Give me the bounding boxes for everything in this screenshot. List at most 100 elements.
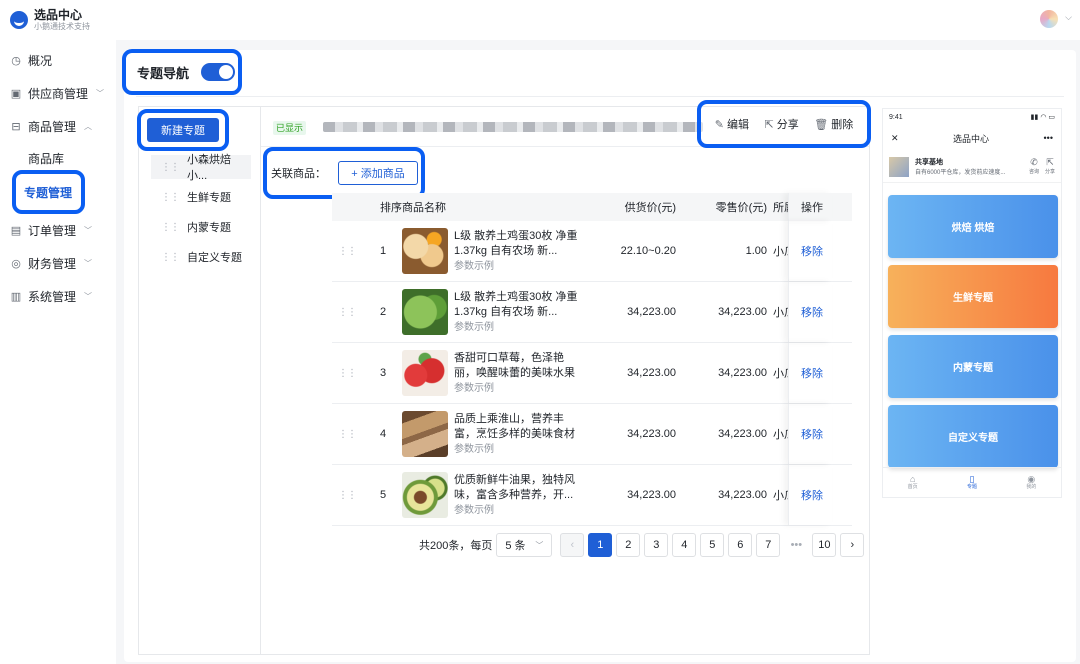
- remove-link[interactable]: 移除: [788, 343, 832, 403]
- drag-handle-icon[interactable]: ⋮⋮: [332, 368, 362, 379]
- shop-desc: 自有6000平仓库，发货前应速度...: [915, 170, 1006, 176]
- share-button[interactable]: ⇱ 分享: [765, 116, 799, 132]
- sidebar-subitem-library[interactable]: 商品库: [0, 143, 116, 173]
- sidebar-item-label: 商品管理: [28, 120, 77, 134]
- supply-price: 22.10~0.20: [620, 245, 676, 257]
- table-row: ⋮⋮ 3 香甜可口草莓，色泽艳丽，唤醒味蕾的美味水果 参数示例 34,223.00 34,…: [332, 343, 852, 404]
- tab-label: 我的: [1026, 484, 1037, 490]
- phone-tab-bar: ⌂ 首页 ▯ 专题 ◉ 我的: [883, 467, 1061, 497]
- topic-nav-switch[interactable]: [201, 63, 236, 81]
- page-button[interactable]: 1: [588, 533, 613, 557]
- call-label: 咨询: [1028, 168, 1039, 175]
- supply-price: 34,223.00: [627, 489, 676, 501]
- drag-handle-icon[interactable]: ⋮⋮: [332, 429, 362, 440]
- delete-label: 删除: [831, 119, 854, 131]
- phone-tab-mine[interactable]: ◉ 我的: [1026, 474, 1036, 491]
- related-label: 关联商品：: [271, 168, 326, 180]
- remove-link[interactable]: 移除: [788, 465, 832, 525]
- next-page-button[interactable]: ›: [840, 533, 865, 557]
- brand-subtitle: 小鹅通技术支持: [34, 21, 90, 31]
- add-product-button[interactable]: + 添加商品: [338, 161, 418, 185]
- row-no: 4: [380, 428, 387, 440]
- avatar[interactable]: [1040, 10, 1058, 28]
- sidebar-item-overview[interactable]: ◷ 概况: [0, 44, 116, 77]
- chevron-down-icon: ﹀: [535, 540, 544, 550]
- delete-button[interactable]: 🗑 删除: [814, 116, 853, 132]
- sidebar-item-label: 供应商管理: [28, 87, 89, 101]
- topic-item-label: 自定义专题: [187, 252, 242, 264]
- page-button[interactable]: 3: [644, 533, 669, 557]
- phone-call-icon[interactable]: ✆ 咨询: [1028, 157, 1039, 176]
- page-button[interactable]: 6: [728, 533, 753, 557]
- owner: 小瓜: [773, 490, 788, 502]
- phone-nav: ✕ 选品中心 •••: [883, 125, 1061, 151]
- chevron-down-icon[interactable]: ⌵: [1065, 12, 1072, 23]
- phone-topic-card[interactable]: 生鲜专题: [888, 265, 1058, 328]
- page-button[interactable]: 4: [672, 533, 697, 557]
- edit-button[interactable]: ✎ 编辑: [715, 116, 749, 132]
- page-button-last[interactable]: 10: [812, 533, 837, 557]
- share-icon[interactable]: ⇱ 分享: [1045, 157, 1055, 176]
- col-owner: 所属: [773, 202, 788, 214]
- overview-icon: ◷: [11, 55, 21, 67]
- remove-link[interactable]: 移除: [788, 282, 832, 342]
- table-row: ⋮⋮ 4 品质上乘淮山，营养丰富，烹饪多样的美味食材 参数示例 34,223.00 34,…: [332, 404, 852, 465]
- sidebar-item-system[interactable]: ▥ 系统管理 ﹀: [0, 280, 116, 313]
- topic-item[interactable]: ⋮⋮ 内蒙专题: [151, 215, 251, 239]
- pager-total: 共200条，每页: [419, 540, 493, 552]
- bookmark-icon: ▯: [969, 474, 975, 484]
- page-button[interactable]: 2: [616, 533, 641, 557]
- sidebar-item-order[interactable]: ▤ 订单管理 ﹀: [0, 214, 116, 247]
- row-no: 3: [380, 367, 387, 379]
- product-title: L级 散养土鸡蛋30枚 净重1.37kg 自有农场 新...: [454, 290, 578, 318]
- pager-ellipsis[interactable]: •••: [784, 533, 809, 557]
- sidebar-item-supplier[interactable]: ▣ 供应商管理 ﹀: [0, 77, 116, 110]
- page-button[interactable]: 5: [700, 533, 725, 557]
- drag-handle-icon[interactable]: ⋮⋮: [161, 192, 180, 203]
- chevron-down-icon: ﹀: [96, 89, 105, 98]
- page-size-value: 5 条: [505, 540, 526, 552]
- new-topic-highlight: 新建专题: [137, 109, 229, 151]
- new-topic-button[interactable]: 新建专题: [147, 118, 219, 142]
- phone-topic-card[interactable]: 内蒙专题: [888, 335, 1058, 398]
- topic-item-label: 内蒙专题: [187, 222, 231, 234]
- close-icon[interactable]: ✕: [891, 133, 899, 144]
- supply-price: 34,223.00: [627, 306, 676, 318]
- phone-status-bar: 9:41 ▮▮ ◠ ▭: [883, 109, 1061, 125]
- topic-item[interactable]: ⋮⋮ 生鲜专题: [151, 185, 251, 209]
- sidebar-subitem-topic[interactable]: 专题管理: [19, 178, 77, 206]
- sidebar-item-product[interactable]: ⊟ 商品管理 ︿: [0, 110, 116, 143]
- phone-tab-topic[interactable]: ▯ 专题: [967, 474, 977, 491]
- drag-handle-icon[interactable]: ⋮⋮: [332, 307, 362, 318]
- prev-page-button[interactable]: ‹: [560, 533, 585, 557]
- product-sub: 参数示例: [454, 321, 494, 333]
- sidebar-item-finance[interactable]: ◎ 财务管理 ﹀: [0, 247, 116, 280]
- chevron-down-icon: ﹀: [84, 226, 93, 235]
- table-row: ⋮⋮ 1 L级 散养土鸡蛋30枚 净重1.37kg 自有农场 新... 参数示例 22.…: [332, 221, 852, 282]
- phone-tab-home[interactable]: ⌂ 首页: [908, 474, 918, 491]
- drag-handle-icon[interactable]: ⋮⋮: [161, 252, 180, 263]
- more-icon[interactable]: •••: [1044, 133, 1053, 143]
- retail-price: 34,223.00: [718, 428, 767, 440]
- remove-link[interactable]: 移除: [788, 221, 832, 281]
- drag-handle-icon[interactable]: ⋮⋮: [161, 162, 180, 173]
- product-image: [402, 350, 448, 396]
- drag-handle-icon[interactable]: ⋮⋮: [161, 222, 180, 233]
- shop-name: 共享基地: [915, 159, 943, 166]
- remove-link[interactable]: 移除: [788, 404, 832, 464]
- finance-icon: ◎: [11, 258, 21, 270]
- topic-item[interactable]: ⋮⋮ 小森烘焙小...: [151, 154, 251, 182]
- phone-topic-card[interactable]: 自定义专题: [888, 405, 1058, 468]
- product-cell: 品质上乘淮山，营养丰富，烹饪多样的美味食材 参数示例: [402, 411, 592, 457]
- page-button[interactable]: 7: [756, 533, 781, 557]
- drag-handle-icon[interactable]: ⋮⋮: [332, 246, 362, 257]
- sidebar: ◷ 概况 ▣ 供应商管理 ﹀ ⊟ 商品管理 ︿ 商品库 专题管理 ▤ 订单管理 ﹀ ◎ 财务管理…: [0, 40, 116, 664]
- product-sub: 参数示例: [454, 382, 494, 394]
- topic-item[interactable]: ⋮⋮ 自定义专题: [151, 245, 251, 269]
- brand-title: 选品中心: [34, 7, 83, 22]
- phone-topic-card[interactable]: 烘焙 烘焙: [888, 195, 1058, 258]
- page-size-select[interactable]: 5 条 ﹀: [496, 533, 553, 557]
- top-bar: 选品中心 小鹅通技术支持 ⌵: [0, 0, 1080, 40]
- drag-handle-icon[interactable]: ⋮⋮: [332, 490, 362, 501]
- blurred-topic-name: [323, 122, 703, 132]
